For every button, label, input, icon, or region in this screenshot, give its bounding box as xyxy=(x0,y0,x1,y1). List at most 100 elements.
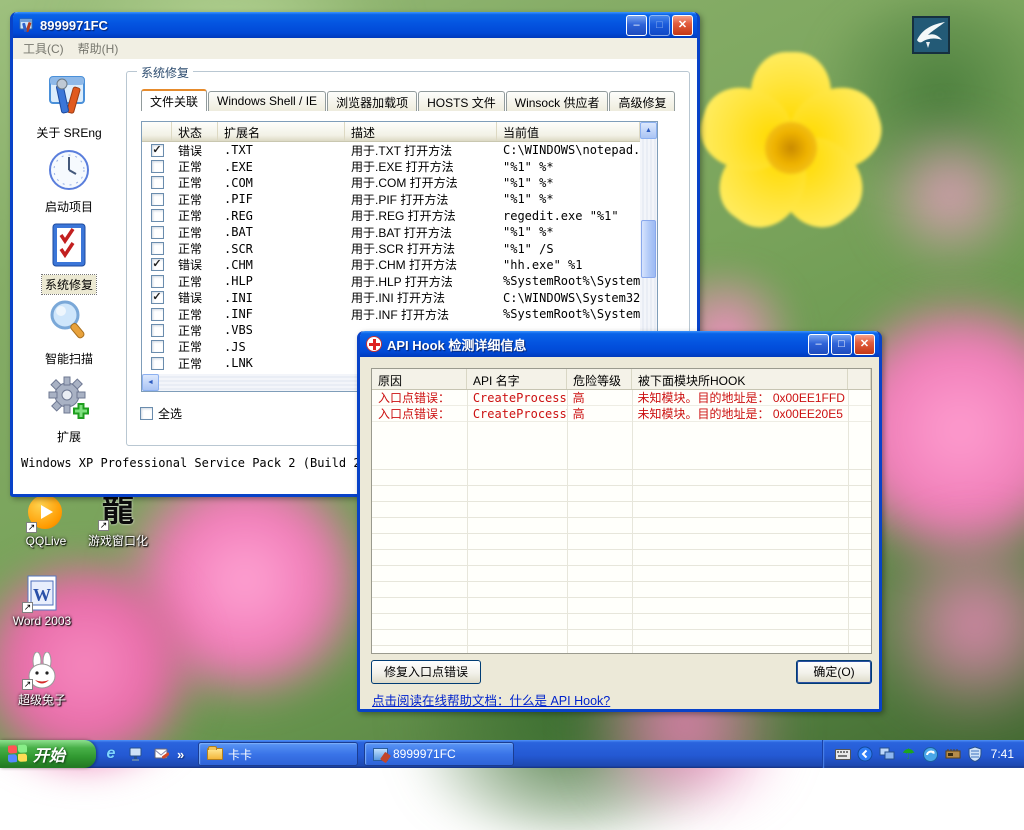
tray-clock[interactable]: 7:41 xyxy=(991,747,1014,761)
start-button[interactable]: 开始 xyxy=(0,740,96,768)
row-checkbox[interactable] xyxy=(151,324,164,337)
hide-icons-chevron-icon[interactable] xyxy=(857,746,873,762)
windows-logo-icon xyxy=(8,744,28,763)
header-status[interactable]: 状态 xyxy=(172,122,218,141)
row-checkbox[interactable] xyxy=(151,308,164,321)
status-cell: 错误 xyxy=(172,142,218,159)
header-api-name[interactable]: API 名字 xyxy=(467,369,567,389)
sidebar-item-startup[interactable]: 启动项目 xyxy=(13,147,125,216)
dialog-maximize-button[interactable]: □ xyxy=(831,334,852,355)
row-checkbox[interactable] xyxy=(151,357,164,370)
sidebar-label: 关于 SREng xyxy=(33,123,104,142)
table-row[interactable]: 错误.TXT用于.TXT 打开方法C:\WINDOWS\notepad.exe xyxy=(142,142,640,158)
antivirus-umbrella-icon[interactable]: ☂ xyxy=(901,746,917,762)
quick-launch: e » xyxy=(102,742,184,766)
hook-row[interactable]: 入口点错误： CreateProcessA 高 未知模块。目的地址是： 0x00… xyxy=(372,390,871,406)
menu-tools[interactable]: 工具(C) xyxy=(23,40,64,57)
level-cell: 高 xyxy=(567,389,632,406)
header-current-value[interactable]: 当前值 xyxy=(497,122,640,141)
row-checkbox[interactable] xyxy=(151,291,164,304)
header-risk-level[interactable]: 危险等级 xyxy=(567,369,632,389)
outlook-express-icon[interactable] xyxy=(152,745,170,763)
swallow-icon xyxy=(914,18,948,52)
ext-cell: .TXT xyxy=(218,143,345,157)
table-row[interactable]: 正常.REG用于.REG 打开方法regedit.exe "%1" xyxy=(142,208,640,224)
desktop-icon-label: Word 2003 xyxy=(0,614,84,628)
menu-help[interactable]: 帮助(H) xyxy=(78,40,119,57)
vertical-scroll-thumb[interactable] xyxy=(641,220,656,278)
quick-launch-overflow-chevron[interactable]: » xyxy=(177,747,184,762)
taskbar-item-kaka[interactable]: 卡卡 xyxy=(198,742,358,766)
scroll-left-button[interactable]: ◄ xyxy=(142,374,159,391)
row-checkbox[interactable] xyxy=(151,258,164,271)
fix-entry-point-button[interactable]: 修复入口点错误 xyxy=(371,660,481,684)
tab-browser-addons[interactable]: 浏览器加载项 xyxy=(327,91,417,111)
bg-pink-flower-right-low xyxy=(870,520,1024,730)
row-checkbox[interactable] xyxy=(151,193,164,206)
swallow-desktop-icon[interactable] xyxy=(912,16,950,54)
row-checkbox[interactable] xyxy=(151,209,164,222)
keyboard-layout-icon[interactable] xyxy=(835,746,851,762)
sidebar-item-extensions[interactable]: 扩展 xyxy=(13,373,125,446)
main-titlebar[interactable]: 8999971FC – □ ✕ xyxy=(13,12,697,38)
table-row[interactable]: 正常.COM用于.COM 打开方法"%1" %* xyxy=(142,175,640,191)
table-row[interactable]: 正常.EXE用于.EXE 打开方法"%1" %* xyxy=(142,158,640,174)
dialog-close-button[interactable]: ✕ xyxy=(854,334,875,355)
minimize-button[interactable]: – xyxy=(626,15,647,36)
header-extension[interactable]: 扩展名 xyxy=(218,122,345,141)
table-row[interactable]: 正常.HLP用于.HLP 打开方法%SystemRoot%\System32\ xyxy=(142,273,640,289)
ext-cell: .SCR xyxy=(218,242,345,256)
maximize-button[interactable]: □ xyxy=(649,15,670,36)
select-all-checkbox[interactable] xyxy=(140,407,153,420)
scroll-up-button[interactable]: ▲ xyxy=(640,122,657,139)
ok-button[interactable]: 确定(O) xyxy=(796,660,872,684)
sidebar-item-about[interactable]: 关于 SREng xyxy=(13,71,125,142)
bg-pink-flower-small xyxy=(875,120,1024,270)
table-row[interactable]: 正常.BAT用于.BAT 打开方法"%1" %* xyxy=(142,224,640,240)
header-hooked-by[interactable]: 被下面模块所HOOK xyxy=(632,369,848,389)
row-checkbox[interactable] xyxy=(151,176,164,189)
row-checkbox[interactable] xyxy=(151,242,164,255)
desktop-icon-game-windower[interactable]: 龍 ↗ 游戏窗口化 xyxy=(76,493,160,549)
sidebar-item-system-repair[interactable]: 系统修复 xyxy=(13,221,125,294)
desc-cell: 用于.BAT 打开方法 xyxy=(345,224,497,241)
help-link[interactable]: 点击阅读在线帮助文档：什么是 API Hook? xyxy=(372,690,610,709)
hook-row[interactable]: 入口点错误： CreateProcessW 高 未知模块。目的地址是： 0x00… xyxy=(372,406,871,422)
show-desktop-icon[interactable] xyxy=(127,745,145,763)
desktop-icon-word2003[interactable]: W ↗ Word 2003 xyxy=(0,575,84,628)
status-cell: 正常 xyxy=(172,355,218,372)
taskbar-item-sreng[interactable]: 8999971FC xyxy=(364,742,514,766)
table-row[interactable]: 错误.CHM用于.CHM 打开方法"hh.exe" %1 xyxy=(142,257,640,273)
tab-hosts-file[interactable]: HOSTS 文件 xyxy=(418,91,505,111)
header-reason[interactable]: 原因 xyxy=(372,369,467,389)
row-checkbox[interactable] xyxy=(151,226,164,239)
ie-icon[interactable]: e xyxy=(102,745,120,763)
memory-chip-icon[interactable] xyxy=(945,746,961,762)
dialog-minimize-button[interactable]: – xyxy=(808,334,829,355)
tab-winsock-providers[interactable]: Winsock 供应者 xyxy=(506,91,609,111)
close-button[interactable]: ✕ xyxy=(672,15,693,36)
table-row[interactable]: 正常.PIF用于.PIF 打开方法"%1" %* xyxy=(142,191,640,207)
header-filler xyxy=(848,369,871,389)
value-cell: C:\WINDOWS\notepad.exe xyxy=(497,143,640,157)
header-description[interactable]: 描述 xyxy=(345,122,497,141)
desktop-icon-super-rabbit[interactable]: ↗ 超级兔子 xyxy=(0,652,84,708)
sreng-app-icon xyxy=(19,17,35,33)
row-checkbox[interactable] xyxy=(151,275,164,288)
row-checkbox[interactable] xyxy=(151,144,164,157)
scheduler-icon[interactable] xyxy=(923,746,939,762)
row-checkbox[interactable] xyxy=(151,160,164,173)
dialog-titlebar[interactable]: API Hook 检测详细信息 – □ ✕ xyxy=(360,331,879,357)
tab-file-association[interactable]: 文件关联 xyxy=(141,89,207,111)
row-checkbox[interactable] xyxy=(151,340,164,353)
taskbar: 开始 e » 卡卡 8999971FC ☂ xyxy=(0,740,1024,768)
tab-advanced-repair[interactable]: 高级修复 xyxy=(609,91,675,111)
table-row[interactable]: 正常.INF用于.INF 打开方法%SystemRoot%\System32\ xyxy=(142,306,640,322)
shield-icon[interactable] xyxy=(967,746,983,762)
table-row[interactable]: 错误.INI用于.INI 打开方法C:\WINDOWS\System32\NO xyxy=(142,290,640,306)
header-checkbox-col xyxy=(142,122,172,141)
sidebar-item-smart-scan[interactable]: 智能扫描 xyxy=(13,297,125,368)
tab-windows-shell-ie[interactable]: Windows Shell / IE xyxy=(208,91,326,111)
table-row[interactable]: 正常.SCR用于.SCR 打开方法"%1" /S xyxy=(142,240,640,256)
network-icon[interactable] xyxy=(879,746,895,762)
